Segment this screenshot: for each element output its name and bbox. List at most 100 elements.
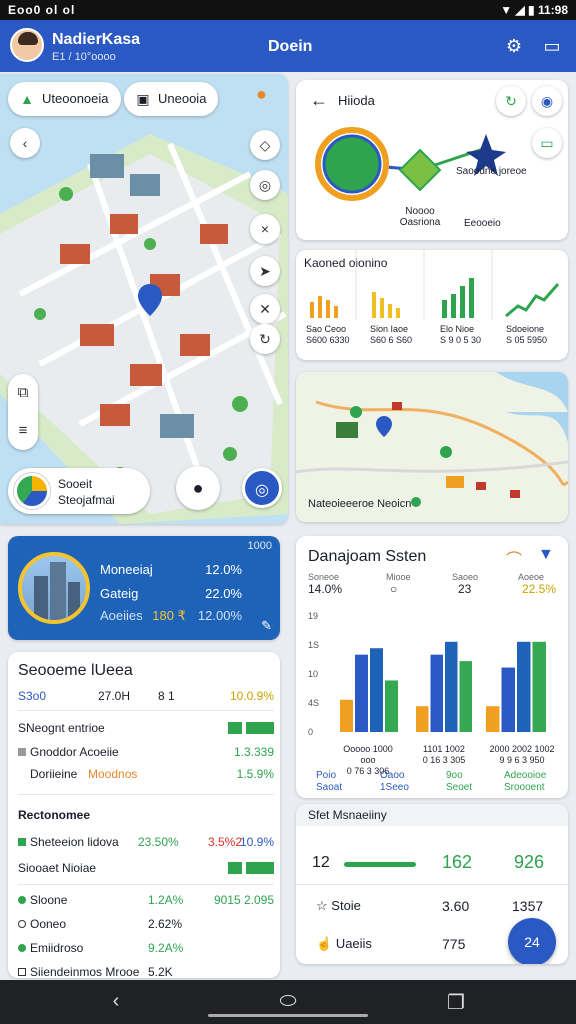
back-button[interactable]: ‹: [10, 128, 40, 158]
mini-label: Elo Nioe S 9 0 5 30: [440, 324, 482, 345]
x-axis-label: 2000 2002 1002 9 9 6 3 950: [489, 744, 555, 765]
bar: [459, 661, 472, 732]
status-bar-indicator: [242, 722, 274, 734]
record-button[interactable]: ●: [176, 466, 220, 510]
refresh-icon[interactable]: ↻: [250, 324, 280, 354]
navigation-bar: ‹ ⬭ ❐: [0, 980, 576, 1024]
city-map: [0, 74, 288, 524]
menu-icon[interactable]: ≡: [8, 412, 38, 450]
cursor-icon: ☝: [316, 936, 333, 951]
bar: [430, 654, 443, 732]
mini-label: Sdoeione S 05 5950: [506, 324, 548, 345]
layers-icon[interactable]: ⧉: [8, 374, 38, 412]
gesture-handle: [208, 1014, 368, 1017]
metrics-card: Sfet Msnaeiiny 12 162 926 ☆ Stoie 3.60 1…: [296, 804, 568, 964]
close-icon[interactable]: ×: [250, 214, 280, 244]
location-thumbnail: [14, 473, 50, 509]
settings-icon[interactable]: ⚙: [502, 34, 526, 58]
bar: [486, 706, 500, 732]
bar: [385, 680, 398, 732]
section-title: Rectonomee: [18, 808, 91, 822]
map-panel[interactable]: ▲ Uteoonoeia ▣ Uneooia ● ‹ ◇ ◎ × ➤ ✕ ↻ ⧉…: [0, 74, 288, 524]
book-icon[interactable]: ▭: [540, 34, 564, 58]
back-nav-icon[interactable]: ‹: [96, 990, 136, 1013]
image-icon: ▣: [136, 91, 150, 107]
home-nav-icon[interactable]: ⬭: [268, 990, 308, 1013]
kpi-row: Aoeiies 180 ₹ 12.00%: [100, 608, 242, 623]
table-row[interactable]: Ooneo 2.62%: [18, 914, 274, 936]
navigation-icon[interactable]: ➤: [250, 256, 280, 286]
stat-value: 22.5%: [522, 582, 557, 596]
table-row[interactable]: SNeognt entrioe: [18, 718, 274, 740]
floating-action-button[interactable]: 24: [508, 918, 556, 964]
y-tick-label: 10: [308, 669, 318, 679]
table-row[interactable]: Siiendeinmos Mrooe 5.2K: [18, 962, 274, 978]
map-chip-photos[interactable]: ▣ Uneooia: [124, 82, 219, 116]
metric-value: 926: [514, 852, 545, 872]
car-icon: ▲: [20, 91, 34, 107]
table-row[interactable]: Doriieine Moodnos 1.5.9%: [18, 764, 274, 786]
kpi-row: Gateig 22.0%: [100, 586, 242, 601]
page-title: Doein: [268, 38, 313, 55]
table-row[interactable]: Siooaet Nioiae: [18, 858, 274, 880]
table-row[interactable]: Emiidroso 9.2A%: [18, 938, 274, 960]
metric-value: 1357: [512, 898, 544, 914]
stat-value: 14.0%: [308, 582, 343, 596]
kpi-year: 1000: [247, 540, 272, 552]
mini-label: Sion Iaoe S60 6 S60: [370, 324, 413, 345]
status-left: Eoo0 ol ol: [8, 3, 76, 17]
status-bar: Eoo0 ol ol ▼ ◢ ▮ 11:98: [0, 0, 576, 20]
metric-value: 162: [442, 852, 473, 872]
metric-value: 3.60: [442, 898, 470, 914]
star-icon: ☆: [316, 898, 328, 913]
pin-icon[interactable]: ●: [256, 84, 267, 105]
table-row[interactable]: Sheteeion lidova 23.50% 3.5%2 10.9%: [18, 832, 274, 854]
bar: [416, 706, 429, 732]
region-map[interactable]: Nateoieeeroe Neoicn: [296, 372, 568, 522]
recents-nav-icon[interactable]: ❐: [436, 990, 476, 1015]
bar-chart: 0 4S 10 1S 19: [308, 611, 546, 737]
y-tick-label: 4S: [308, 698, 319, 708]
chart-icon[interactable]: ⌒: [506, 546, 522, 570]
city-image: [18, 552, 90, 624]
y-tick-label: 0: [308, 727, 313, 737]
table-card: Seooeme lUeea S3o0 27.0H 8 1 10.0.9% SNe…: [8, 652, 280, 978]
camera-icon[interactable]: ◎: [250, 170, 280, 200]
map-tools: ⧉ ≡: [8, 374, 38, 450]
map-chip-transit[interactable]: ▲ Uteoonoeia: [8, 82, 121, 116]
location-subtitle: Steojafmai: [58, 493, 115, 507]
table-row[interactable]: Gnoddor Acoeiie 1.3.339: [18, 742, 274, 764]
metrics-title: Sfet Msnaeiiny: [296, 804, 568, 826]
metric-row: ☝ Uaeiis: [316, 936, 372, 951]
bar: [355, 654, 368, 732]
my-location-button[interactable]: ◎: [242, 468, 282, 508]
user-subtitle: E1 / 10°oooo: [52, 51, 116, 63]
location-card[interactable]: Sooeit Steojafmai: [8, 468, 150, 514]
compass-icon[interactable]: ✕: [250, 294, 280, 324]
stat-value: 23: [458, 582, 472, 596]
table-row[interactable]: Sloone 1.2A% 9015 2.095: [18, 890, 274, 912]
metric-label: 12: [312, 854, 330, 871]
avatar[interactable]: [10, 28, 44, 62]
filter-icon[interactable]: ▼: [538, 546, 554, 564]
status-right: ▼ ◢ ▮ 11:98: [500, 3, 568, 17]
kpi-card[interactable]: 1000 Moneeiaj 12.0% Gateig 22.0% Aoeiies…: [8, 536, 280, 640]
dashboard-title: Danajoam Ssten: [308, 548, 427, 565]
app-bar: NadierKasa E1 / 10°oooo Doein ⚙ ▭: [0, 20, 576, 72]
y-tick-label: 1S: [308, 640, 319, 650]
metric-progress: [344, 862, 416, 867]
bar: [340, 699, 353, 732]
shield-icon[interactable]: ◇: [250, 130, 280, 160]
table-title: Seooeme lUeea: [18, 662, 133, 679]
mini-label: Sao Ceoo S600 6330: [306, 324, 350, 345]
dashboard-card: Danajoam Ssten ⌒ ▼ Soneoe 14.0% Miooe ○ …: [296, 536, 568, 798]
map-caption: Nateoieeeroe Neoicn: [308, 498, 412, 510]
bar: [370, 648, 383, 732]
edit-icon[interactable]: ✎: [261, 618, 272, 634]
route-card[interactable]: ← Hiioda ↻ ◉ ▭ Noooo Oasriona Saoodne jor…: [296, 80, 568, 240]
mini-chart-card[interactable]: Kaoned oionino Sao Ceoo S600 6330 Sion Ia…: [296, 250, 568, 360]
bar: [532, 641, 546, 732]
x-axis-label: 1101 1002 0 16 3 305: [422, 744, 466, 765]
user-name: NadierKasa: [52, 31, 141, 48]
bar: [501, 667, 515, 732]
